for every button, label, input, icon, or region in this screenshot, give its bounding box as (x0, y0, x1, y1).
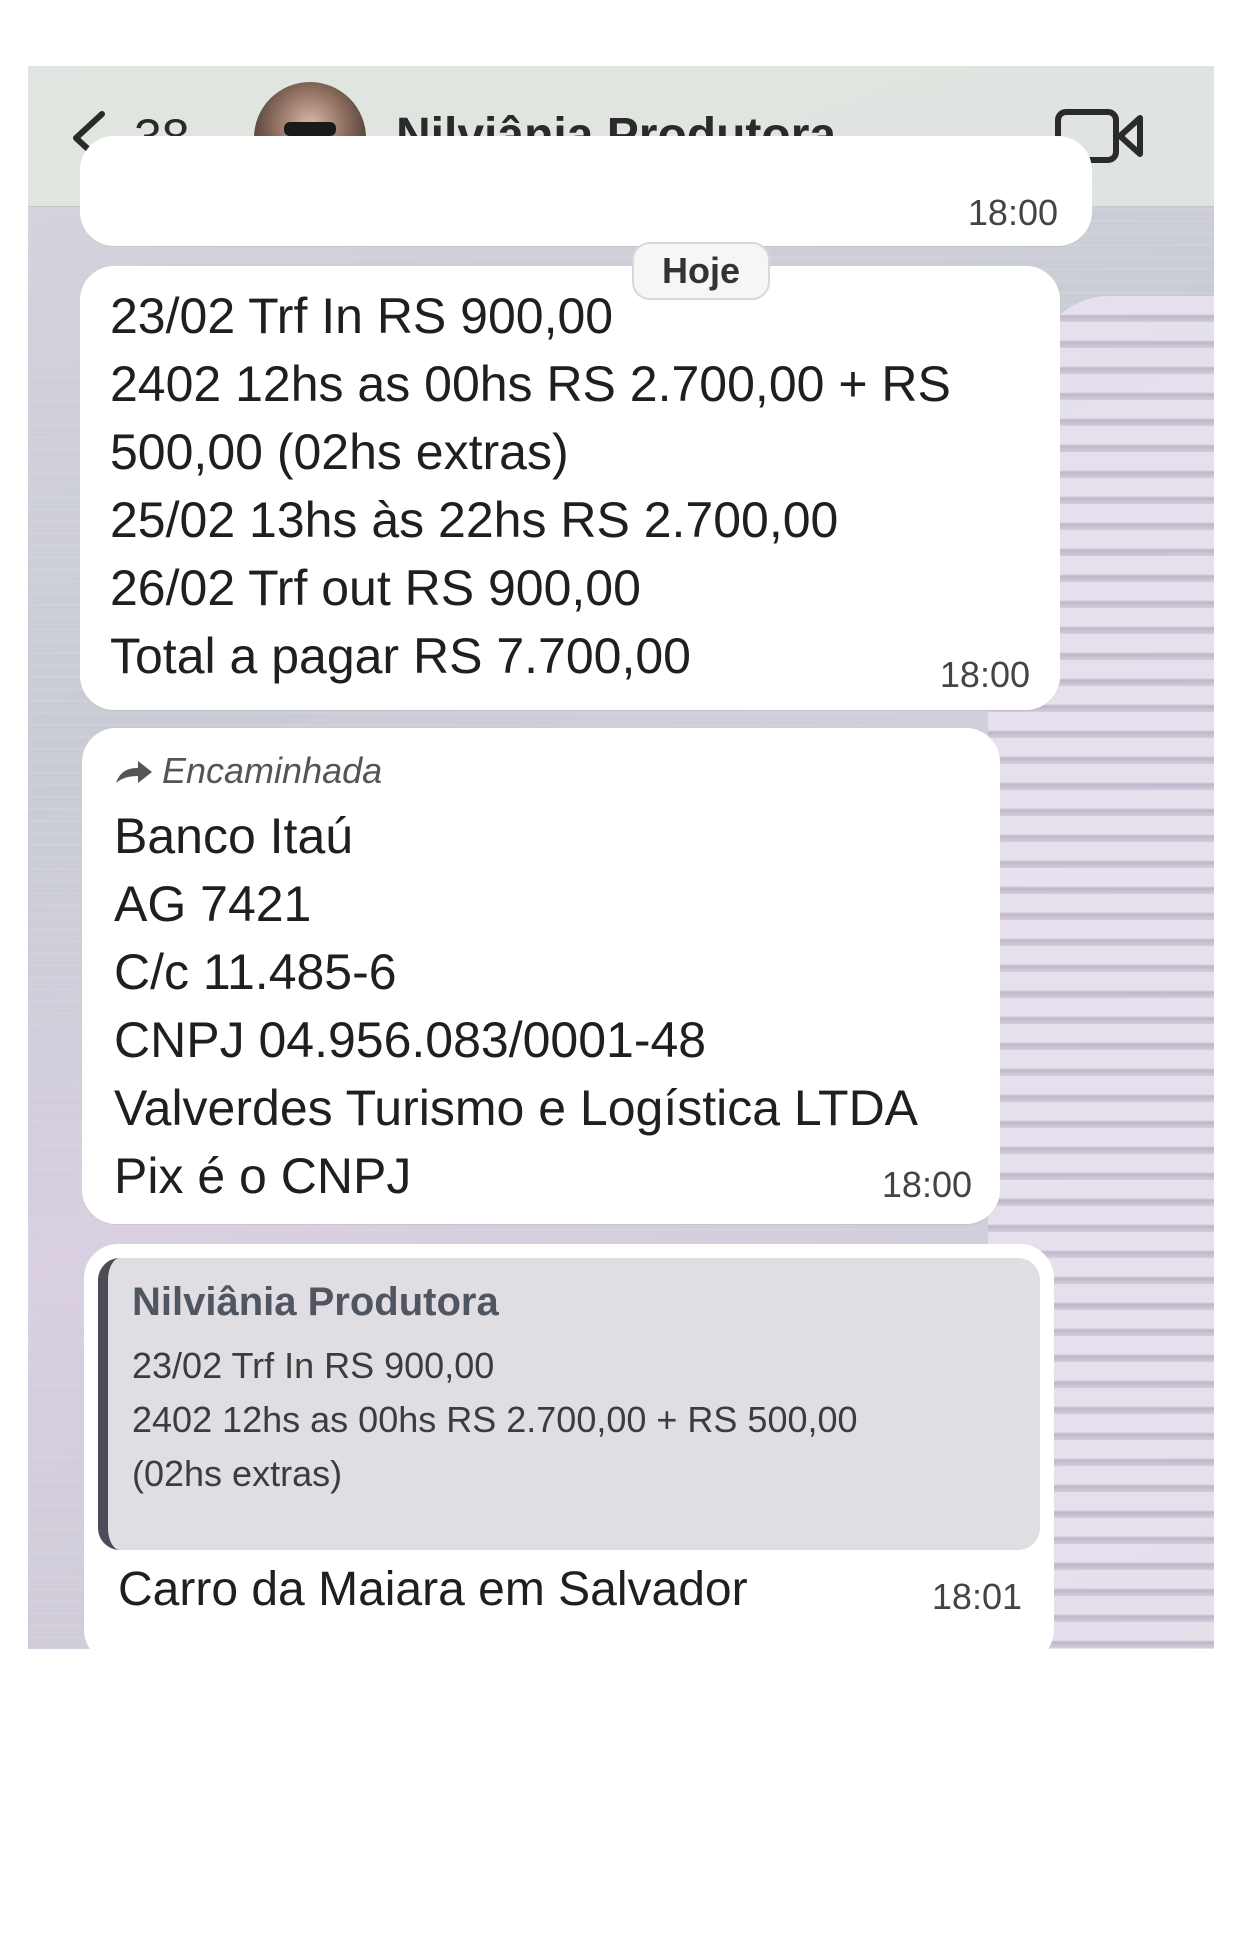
partial-message-bubble[interactable]: 18:00 (80, 136, 1092, 246)
forward-arrow-icon (116, 761, 152, 783)
message-bubble-bank-details[interactable]: Encaminhada Banco Itaú AG 7421 C/c 11.48… (82, 728, 1000, 1224)
message-line: Total a pagar RS 7.700,00 (110, 628, 691, 684)
message-time: 18:00 (967, 192, 1058, 233)
quoted-author: Nilviânia Produtora (132, 1280, 499, 1324)
forwarded-label: Encaminhada (114, 750, 382, 792)
message-line: Valverdes Turismo e Logística LTDA (114, 1080, 919, 1136)
message-text: Banco Itaú AG 7421 C/c 11.485-6 CNPJ 04.… (114, 802, 918, 1210)
message-line: 500,00 (02hs extras) (110, 424, 569, 480)
message-time: 18:00 (939, 654, 1030, 695)
message-time: 18:00 (881, 1164, 972, 1205)
quoted-message[interactable]: Nilviânia Produtora 23/02 Trf In RS 900,… (98, 1258, 1040, 1550)
message-line: 23/02 Trf In RS 900,00 (110, 288, 614, 344)
quoted-line: 2402 12hs as 00hs RS 2.700,00 + RS 500,0… (132, 1399, 858, 1440)
date-separator: Hoje (632, 242, 771, 300)
message-line: CNPJ 04.956.083/0001-48 (114, 1012, 707, 1068)
message-line: 25/02 13hs às 22hs RS 2.700,00 (110, 492, 839, 548)
forwarded-text: Encaminhada (162, 750, 383, 791)
message-line: Pix é o CNPJ (114, 1148, 412, 1204)
message-line: Banco Itaú (114, 808, 354, 864)
message-time: 18:01 (931, 1576, 1022, 1617)
reply-text: Carro da Maiara em Salvador (118, 1563, 748, 1616)
message-line: AG 7421 (114, 876, 312, 932)
message-bubble-reply[interactable]: Nilviânia Produtora 23/02 Trf In RS 900,… (84, 1244, 1054, 1649)
quoted-line: (02hs extras) (132, 1453, 343, 1494)
avatar-glasses (284, 122, 336, 136)
message-line: 2402 12hs as 00hs RS 2.700,00 + RS (110, 356, 951, 412)
message-text: 23/02 Trf In RS 900,00 2402 12hs as 00hs… (110, 282, 951, 690)
message-line: C/c 11.485-6 (114, 944, 397, 1000)
chat-screen: 38 Nilviânia Produtora 18:00 23/02 Trf I… (28, 66, 1214, 1649)
quoted-line: 23/02 Trf In RS 900,00 (132, 1345, 495, 1386)
message-line: 26/02 Trf out RS 900,00 (110, 560, 641, 616)
message-bubble-payment-summary[interactable]: 23/02 Trf In RS 900,00 2402 12hs as 00hs… (80, 266, 1060, 710)
